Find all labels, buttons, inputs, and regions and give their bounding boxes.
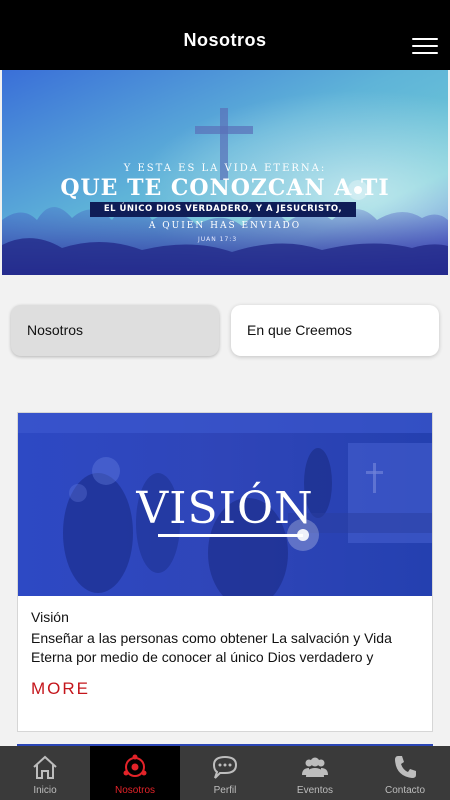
people-icon xyxy=(302,757,328,777)
tab-perfil-label: Perfil xyxy=(213,785,237,796)
card-description: Enseñar a las personas como obtener La s… xyxy=(31,630,392,665)
tab-inicio-label: Inicio xyxy=(33,785,57,796)
banner-reference: JUAN 17:3 xyxy=(198,236,238,243)
hamburger-menu-icon[interactable] xyxy=(412,38,438,54)
tab-en-que-creemos[interactable]: En que Creemos xyxy=(231,305,439,356)
tab-nosotros[interactable]: Nosotros xyxy=(11,305,219,356)
tab-contacto[interactable]: Contacto xyxy=(360,746,450,800)
tab-nosotros-nav[interactable]: Nosotros xyxy=(90,746,180,800)
banner-line-3: EL ÚNICO DIOS VERDADERO, Y A JESUCRISTO, xyxy=(90,202,356,217)
top-bar: Nosotros xyxy=(0,0,450,70)
bottom-tab-bar: Inicio Nosotros Perfil Eventos Contacto xyxy=(0,746,450,800)
banner-line-4: A QUIEN HAS ENVIADO xyxy=(148,221,302,231)
tab-nosotros-nav-label: Nosotros xyxy=(114,785,155,796)
network-icon xyxy=(123,754,147,777)
phone-icon xyxy=(395,756,416,778)
card-title: Visión xyxy=(31,609,69,625)
tab-eventos-label: Eventos xyxy=(296,785,334,796)
more-link[interactable]: MORE xyxy=(31,679,90,699)
vision-card-image: VISIÓN xyxy=(18,413,432,596)
tab-inicio[interactable]: Inicio xyxy=(0,746,90,800)
tab-perfil[interactable]: Perfil xyxy=(180,746,270,800)
home-icon xyxy=(33,755,57,779)
vision-card[interactable]: VISIÓN Visión Enseñar a las personas com… xyxy=(17,412,433,732)
app-screen: Nosotros Y ESTA ES LA VIDA ETERNA: QUE T… xyxy=(0,0,450,800)
hero-banner: Y ESTA ES LA VIDA ETERNA: QUE TE CONOZCA… xyxy=(2,70,448,275)
tab-contacto-label: Contacto xyxy=(384,785,426,796)
tab-eventos[interactable]: Eventos xyxy=(270,746,360,800)
vision-image-word: VISIÓN xyxy=(136,483,314,534)
page-title: Nosotros xyxy=(183,30,267,50)
banner-headline: QUE TE CONOZCAN A TI xyxy=(60,175,390,201)
chat-icon xyxy=(212,755,238,779)
banner-line-1: Y ESTA ES LA VIDA ETERNA: xyxy=(123,163,327,174)
